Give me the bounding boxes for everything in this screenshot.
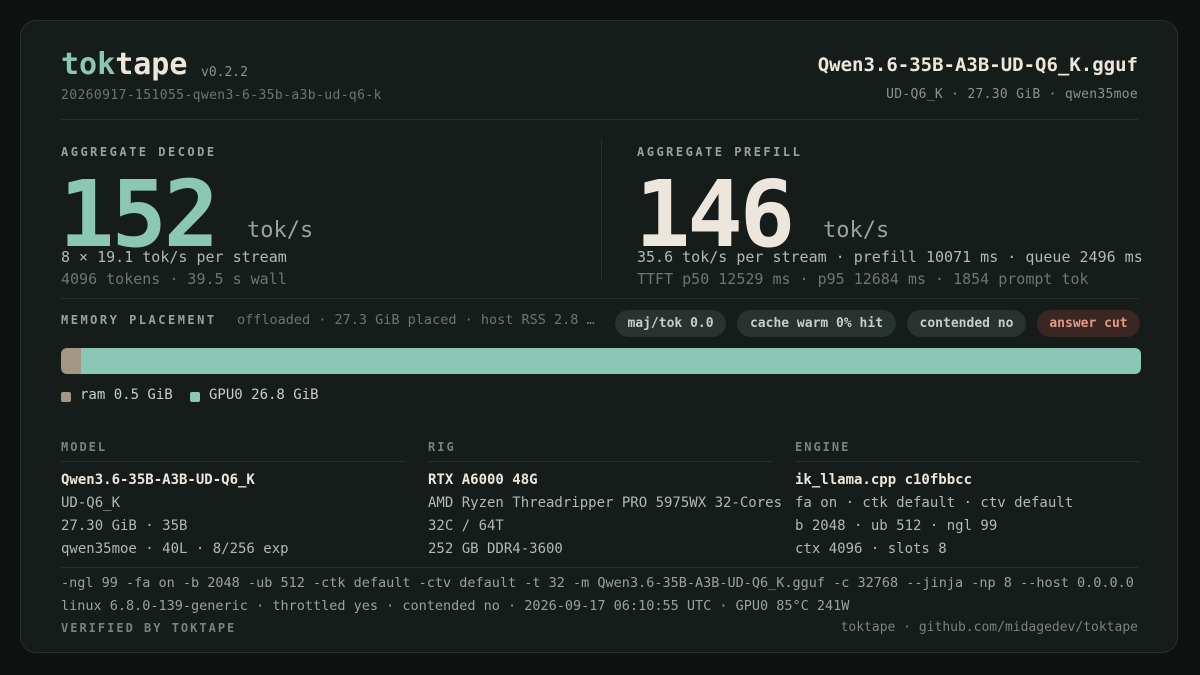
- engine-section-label: ENGINE: [795, 440, 851, 454]
- run-id: 20260917-151055-qwen3-6-35b-a3b-ud-q6-k: [61, 88, 382, 103]
- pill-answer-cut: answer cut: [1037, 310, 1140, 337]
- prefill-label: AGGREGATE PREFILL: [637, 145, 803, 159]
- model-filename: Qwen3.6-35B-A3B-UD-Q6_K.gguf: [817, 54, 1138, 76]
- project-link[interactable]: toktape · github.com/midagedev/toktape: [841, 620, 1138, 635]
- model-section-line: qwen35moe · 40L · 8/256 exp: [61, 541, 289, 557]
- memory-segment-gpu0: [81, 348, 1141, 374]
- rig-section-line: 252 GB DDR4-3600: [428, 541, 563, 557]
- model-section-line: 27.30 GiB · 35B: [61, 518, 188, 534]
- engine-section-line: ctx 4096 · slots 8: [795, 541, 947, 557]
- engine-section-head: ik_llama.cpp c10fbbcc: [795, 472, 973, 488]
- footer-divider: [61, 567, 1138, 568]
- rig-section-line: 32C / 64T: [428, 518, 504, 534]
- rig-section-label: RIG: [428, 440, 456, 454]
- memory-bar: [61, 348, 1141, 374]
- verified-label: VERIFIED BY TOKTAPE: [61, 621, 237, 635]
- metrics-bottom-divider: [61, 298, 1138, 299]
- model-section-line: UD-Q6_K: [61, 495, 121, 511]
- command-line: -ngl 99 -fa on -b 2048 -ub 512 -ctk defa…: [61, 575, 1134, 591]
- legend-ram-swatch: [61, 392, 71, 402]
- engine-section-rule: [795, 461, 1140, 462]
- decode-unit: tok/s: [247, 218, 314, 243]
- legend-ram-label: ram 0.5 GiB: [80, 387, 173, 403]
- benchmark-card: toktape v0.2.2 20260917-151055-qwen3-6-3…: [20, 20, 1178, 653]
- decode-tokens-wall: 4096 tokens · 39.5 s wall: [61, 270, 287, 288]
- rig-section-head: RTX A6000 48G: [428, 472, 538, 488]
- metrics-divider: [601, 139, 602, 281]
- model-section-label: MODEL: [61, 440, 108, 454]
- rig-section-line: AMD Ryzen Threadripper PRO 5975WX 32-Cor…: [428, 495, 783, 511]
- version-label: v0.2.2: [201, 65, 248, 80]
- prefill-per-stream: 35.6 tok/s per stream · prefill 10071 ms…: [637, 248, 1143, 266]
- header-divider: [61, 119, 1138, 120]
- engine-section-line: b 2048 · ub 512 · ngl 99: [795, 518, 998, 534]
- pill-cache-warm: cache warm 0% hit: [737, 310, 896, 337]
- model-section-head: Qwen3.6-35B-A3B-UD-Q6_K: [61, 472, 255, 488]
- rig-section-rule: [428, 461, 773, 462]
- legend-gpu0-label: GPU0 26.8 GiB: [209, 387, 319, 403]
- pill-contended: contended no: [907, 310, 1026, 337]
- model-meta: UD-Q6_K · 27.30 GiB · qwen35moe: [886, 87, 1138, 102]
- model-section-rule: [61, 461, 406, 462]
- engine-section-line: fa on · ctk default · ctv default: [795, 495, 1074, 511]
- memory-placement-label: MEMORY PLACEMENT: [61, 313, 217, 327]
- decode-label: AGGREGATE DECODE: [61, 145, 217, 159]
- decode-per-stream: 8 × 19.1 tok/s per stream: [61, 248, 287, 266]
- legend-gpu0-swatch: [190, 392, 200, 402]
- prefill-unit: tok/s: [823, 218, 890, 243]
- brand-logo: toktape: [61, 47, 188, 82]
- memory-description: offloaded · 27.3 GiB placed · host RSS 2…: [237, 312, 595, 328]
- memory-segment-ram: [61, 348, 81, 374]
- pill-maj-tok: maj/tok 0.0: [615, 310, 726, 337]
- prefill-ttft: TTFT p50 12529 ms · p95 12684 ms · 1854 …: [637, 270, 1089, 288]
- system-info: linux 6.8.0-139-generic · throttled yes …: [61, 598, 850, 614]
